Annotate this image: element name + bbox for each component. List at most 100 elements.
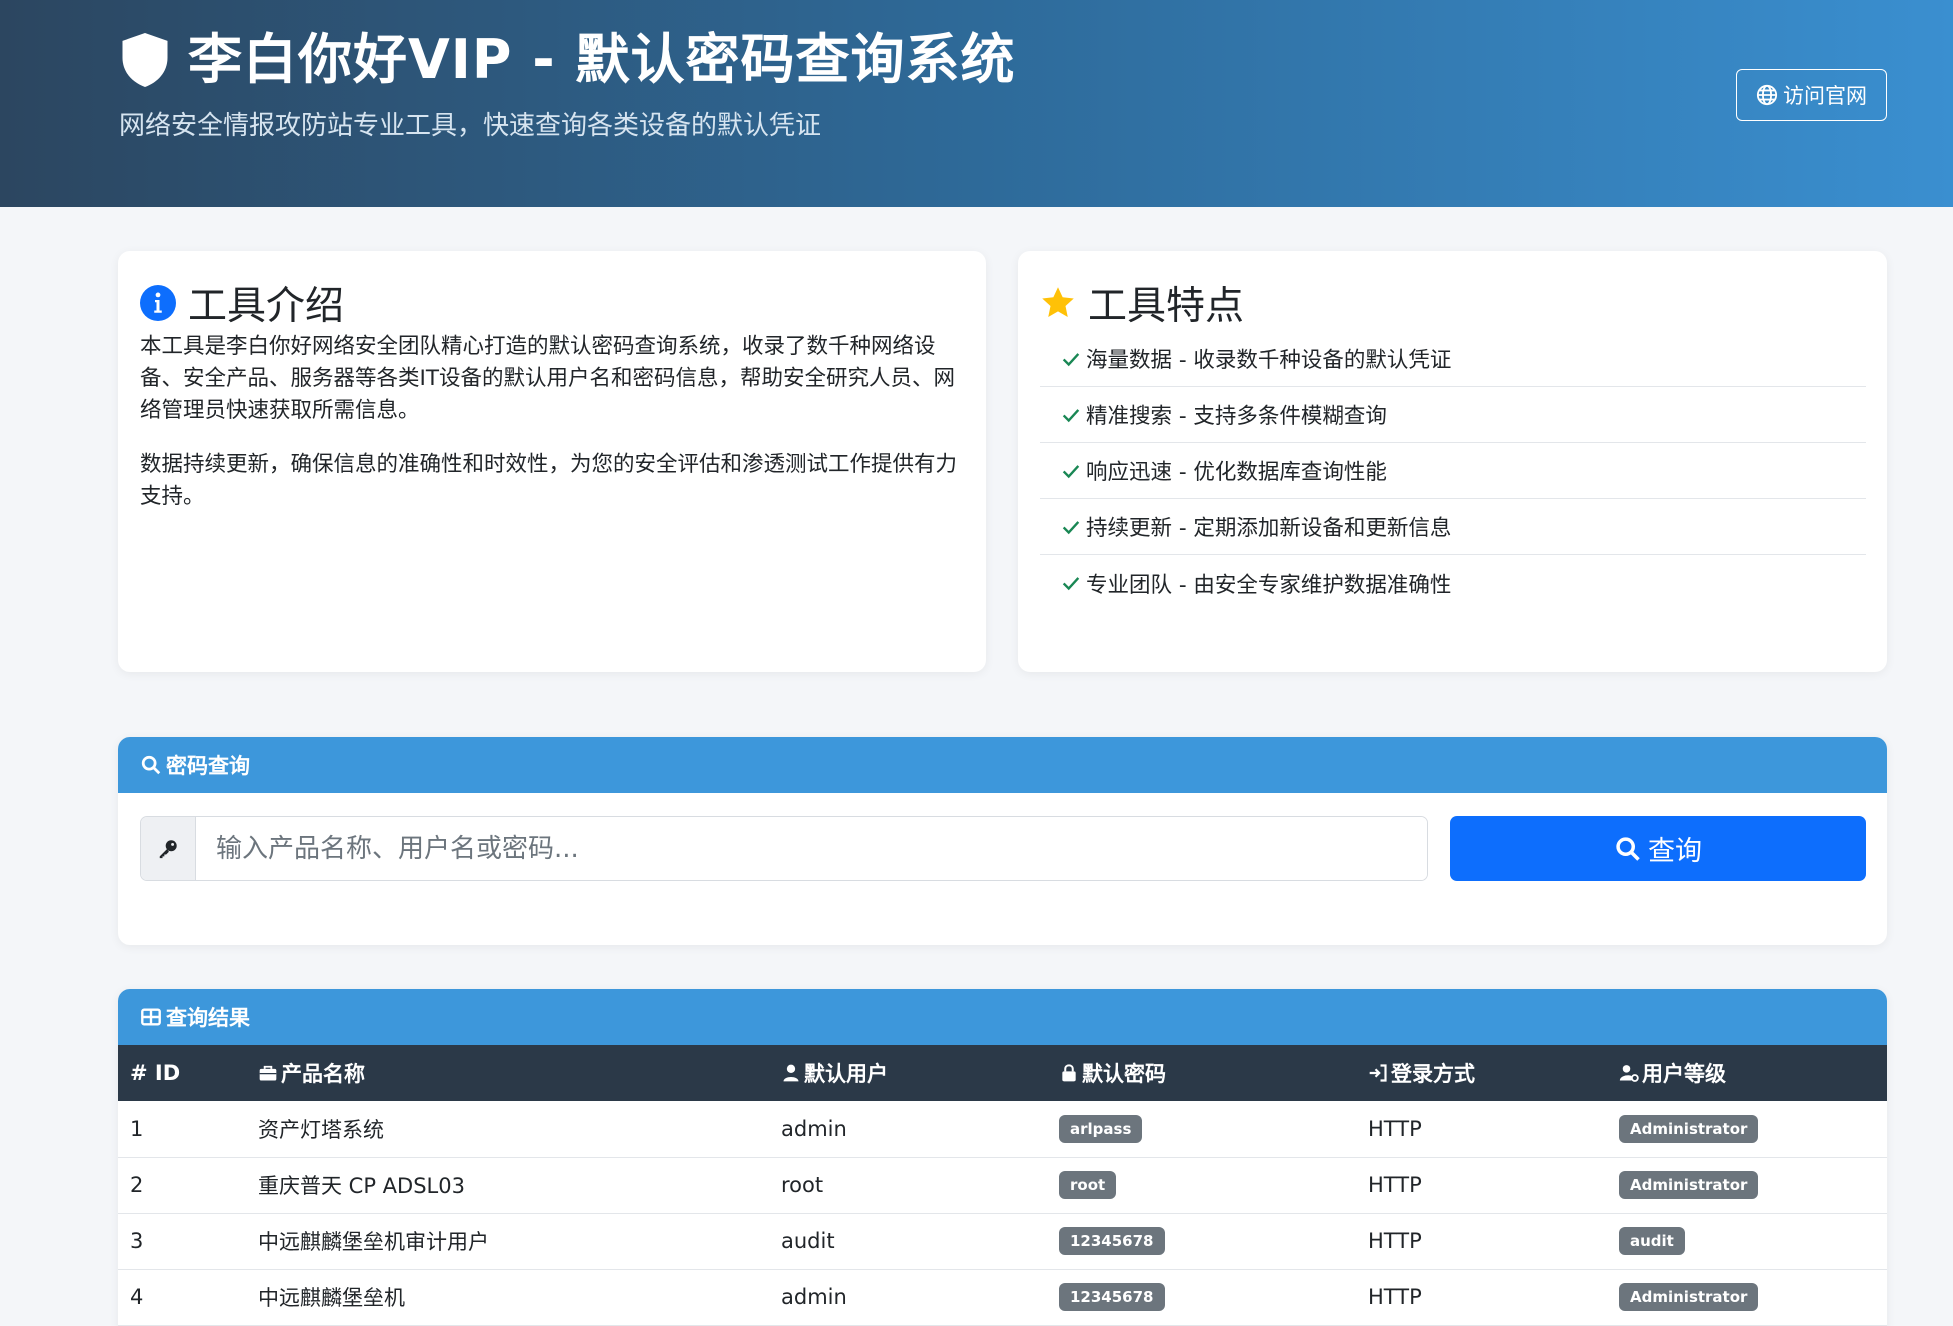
cell-user: admin — [781, 1116, 847, 1141]
user-gear-icon — [1619, 1065, 1639, 1082]
column-header-id[interactable]: # ID — [118, 1045, 246, 1101]
cell-id: 3 — [130, 1229, 144, 1253]
features-card: 工具特点 海量数据 - 收录数千种设备的默认凭证 精准搜索 - 支持多条件模糊查… — [1018, 251, 1887, 672]
feature-item: 精准搜索 - 支持多条件模糊查询 — [1040, 387, 1866, 443]
feature-item-label: 响应迅速 - 优化数据库查询性能 — [1086, 460, 1387, 485]
feature-item-label: 专业团队 - 由安全专家维护数据准确性 — [1086, 572, 1452, 598]
cell-login-method: HTTP — [1368, 1116, 1422, 1141]
results-table: # ID 产品名称 默认用户 默认密码 登录方式 用户等级 1 资产灯塔系统 a… — [118, 1045, 1887, 1326]
info-circle-icon — [140, 285, 176, 321]
cell-user: audit — [781, 1229, 835, 1253]
cell-id: 2 — [130, 1173, 144, 1197]
feature-item: 海量数据 - 收录数千种设备的默认凭证 — [1040, 331, 1866, 387]
cell-product: 中远麒麟堡垒机审计用户 — [258, 1230, 489, 1254]
check-icon — [1062, 577, 1080, 591]
cell-user-level: Administrator — [1607, 1269, 1887, 1325]
search-input[interactable] — [196, 817, 1427, 880]
intro-heading: 工具介绍 — [140, 275, 344, 331]
column-header-password[interactable]: 默认密码 — [1047, 1045, 1356, 1101]
column-header-login-method[interactable]: 登录方式 — [1356, 1045, 1607, 1101]
feature-item-label: 精准搜索 - 支持多条件模糊查询 — [1086, 404, 1387, 429]
table-row[interactable]: 3 中远麒麟堡垒机审计用户 audit 12345678 HTTP audit — [118, 1213, 1887, 1269]
column-header-user-level[interactable]: 用户等级 — [1607, 1045, 1887, 1101]
key-icon — [159, 839, 177, 858]
search-panel-title: 密码查询 — [166, 754, 250, 778]
features-heading: 工具特点 — [1040, 275, 1244, 331]
check-icon — [1062, 520, 1080, 534]
password-badge: root — [1059, 1171, 1117, 1199]
feature-item-label: 持续更新 - 定期添加新设备和更新信息 — [1086, 516, 1452, 541]
cell-id: 1 — [130, 1116, 144, 1141]
shield-icon — [122, 33, 168, 87]
column-header-user[interactable]: 默认用户 — [769, 1045, 1047, 1101]
sign-in-icon — [1369, 1064, 1387, 1082]
search-button-label: 查询 — [1648, 836, 1702, 867]
search-row: 查询 — [140, 816, 1866, 881]
cell-login-method: HTTP — [1368, 1285, 1422, 1309]
cell-id: 4 — [130, 1285, 144, 1309]
level-badge: Administrator — [1619, 1283, 1759, 1311]
cell-user-level: Administrator — [1607, 1101, 1887, 1157]
search-panel-header: 密码查询 — [118, 737, 1887, 793]
cell-product: 重庆普天 CP ADSL03 — [258, 1174, 465, 1198]
search-button[interactable]: 查询 — [1450, 816, 1866, 881]
column-header-product[interactable]: 产品名称 — [246, 1045, 769, 1101]
page-header: 李白你好VIP - 默认密码查询系统 网络安全情报攻防站专业工具，快速查询各类设… — [0, 0, 1953, 207]
intro-card: 工具介绍 本工具是李白你好网络安全团队精心打造的默认密码查询系统，收录了数千种网… — [118, 251, 986, 672]
search-panel: 密码查询 查询 — [118, 737, 1887, 945]
table-header-row: # ID 产品名称 默认用户 默认密码 登录方式 用户等级 — [118, 1045, 1887, 1101]
password-badge: arlpass — [1059, 1114, 1143, 1143]
cell-user: root — [781, 1173, 824, 1197]
intro-text: 本工具是李白你好网络安全团队精心打造的默认密码查询系统，收录了数千种网络设备、安… — [140, 331, 970, 535]
results-panel-header: 查询结果 — [118, 989, 1887, 1045]
intro-heading-text: 工具介绍 — [188, 284, 345, 329]
cell-user-level: audit — [1607, 1213, 1887, 1269]
cell-product: 中远麒麟堡垒机 — [258, 1286, 405, 1310]
feature-item: 持续更新 - 定期添加新设备和更新信息 — [1040, 499, 1866, 555]
search-icon — [1616, 836, 1640, 861]
level-badge: audit — [1619, 1227, 1685, 1255]
visit-site-button[interactable]: 访问官网 — [1736, 69, 1887, 121]
table-row[interactable]: 4 中远麒麟堡垒机 admin 12345678 HTTP Administra… — [118, 1269, 1887, 1325]
page-subtitle: 网络安全情报攻防站专业工具，快速查询各类设备的默认凭证 — [119, 111, 822, 141]
page-title: 李白你好VIP - 默认密码查询系统 — [188, 28, 1016, 91]
intro-paragraph: 数据持续更新，确保信息的准确性和时效性，为您的安全评估和渗透测试工作提供有力支持… — [140, 452, 958, 509]
key-addon — [141, 817, 196, 880]
visit-site-label: 访问官网 — [1783, 84, 1867, 108]
feature-item: 响应迅速 - 优化数据库查询性能 — [1040, 443, 1866, 499]
lock-icon — [1062, 1064, 1076, 1082]
cell-password: arlpass — [1047, 1101, 1356, 1157]
results-panel: 查询结果 # ID 产品名称 默认用户 默认密码 登录方式 用户等级 1 资产灯… — [118, 989, 1887, 1326]
feature-list: 海量数据 - 收录数千种设备的默认凭证 精准搜索 - 支持多条件模糊查询 响应迅… — [1040, 331, 1866, 611]
intro-paragraph: 本工具是李白你好网络安全团队精心打造的默认密码查询系统，收录了数千种网络设备、安… — [140, 334, 955, 423]
search-icon — [141, 755, 161, 775]
cell-password: root — [1047, 1157, 1356, 1213]
cell-login-method: HTTP — [1368, 1173, 1422, 1197]
cell-product: 资产灯塔系统 — [258, 1117, 384, 1142]
cell-password: 12345678 — [1047, 1213, 1356, 1269]
features-heading-text: 工具特点 — [1088, 284, 1245, 329]
table-icon — [141, 1008, 161, 1026]
check-icon — [1062, 408, 1080, 422]
table-row[interactable]: 2 重庆普天 CP ADSL03 root root HTTP Administ… — [118, 1157, 1887, 1213]
search-input-group — [140, 816, 1428, 881]
cell-login-method: HTTP — [1368, 1229, 1422, 1253]
password-badge: 12345678 — [1059, 1227, 1165, 1255]
level-badge: Administrator — [1619, 1171, 1759, 1199]
feature-item: 专业团队 - 由安全专家维护数据准确性 — [1040, 555, 1866, 611]
cell-user: admin — [781, 1285, 847, 1309]
briefcase-icon — [259, 1065, 277, 1081]
check-icon — [1062, 464, 1080, 478]
title-wrap: 李白你好VIP - 默认密码查询系统 — [118, 28, 1015, 92]
table-row[interactable]: 1 资产灯塔系统 admin arlpass HTTP Administrato… — [118, 1101, 1887, 1157]
password-badge: 12345678 — [1059, 1283, 1165, 1311]
star-icon — [1042, 287, 1074, 317]
globe-icon — [1756, 84, 1778, 106]
check-icon — [1062, 352, 1080, 366]
results-panel-title: 查询结果 — [166, 1006, 250, 1030]
cell-password: 12345678 — [1047, 1269, 1356, 1325]
cell-user-level: Administrator — [1607, 1157, 1887, 1213]
user-icon — [783, 1064, 799, 1082]
level-badge: Administrator — [1619, 1114, 1759, 1143]
feature-item-label: 海量数据 - 收录数千种设备的默认凭证 — [1086, 348, 1452, 373]
